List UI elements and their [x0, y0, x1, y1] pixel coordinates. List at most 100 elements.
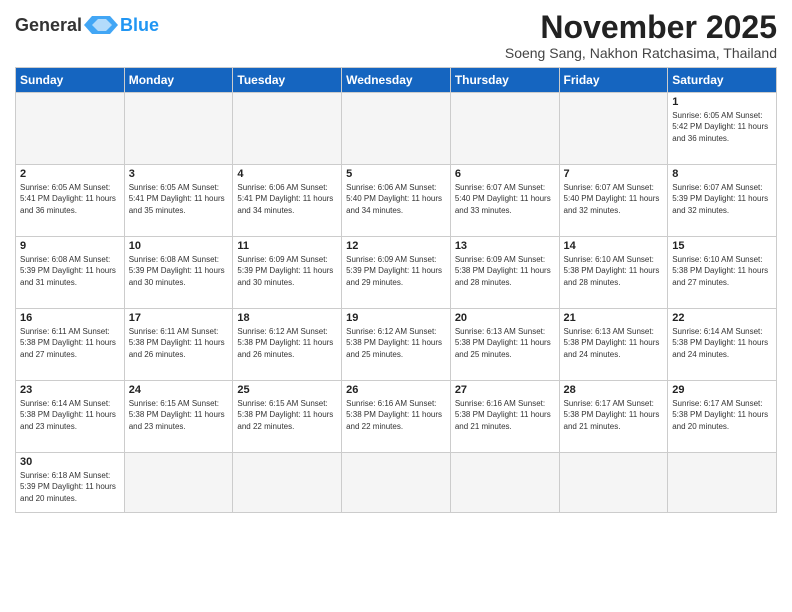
- calendar-cell: 6Sunrise: 6:07 AM Sunset: 5:40 PM Daylig…: [450, 165, 559, 237]
- calendar-cell: 30Sunrise: 6:18 AM Sunset: 5:39 PM Dayli…: [16, 453, 125, 513]
- subtitle: Soeng Sang, Nakhon Ratchasima, Thailand: [505, 45, 777, 61]
- day-info: Sunrise: 6:08 AM Sunset: 5:39 PM Dayligh…: [20, 254, 120, 288]
- day-info: Sunrise: 6:17 AM Sunset: 5:38 PM Dayligh…: [672, 398, 772, 432]
- calendar-cell: [124, 453, 233, 513]
- calendar-cell: 25Sunrise: 6:15 AM Sunset: 5:38 PM Dayli…: [233, 381, 342, 453]
- day-info: Sunrise: 6:15 AM Sunset: 5:38 PM Dayligh…: [237, 398, 337, 432]
- calendar-cell: 15 Sunrise: 6:10 AM Sunset: 5:38 PM Dayli…: [668, 237, 777, 309]
- calendar-cell: 21Sunrise: 6:13 AM Sunset: 5:38 PM Dayli…: [559, 309, 668, 381]
- calendar-cell: [559, 93, 668, 165]
- calendar-cell: [16, 93, 125, 165]
- day-info: Sunrise: 6:12 AM Sunset: 5:38 PM Dayligh…: [346, 326, 446, 360]
- day-number: 8: [672, 168, 772, 180]
- calendar-cell: 3Sunrise: 6:05 AM Sunset: 5:41 PM Daylig…: [124, 165, 233, 237]
- day-number: 22: [672, 312, 772, 324]
- day-info: Sunrise: 6:09 AM Sunset: 5:38 PM Dayligh…: [455, 254, 555, 288]
- day-number: 26: [346, 384, 446, 396]
- calendar-cell: [450, 453, 559, 513]
- calendar-cell: 28Sunrise: 6:17 AM Sunset: 5:38 PM Dayli…: [559, 381, 668, 453]
- calendar-cell: 11 Sunrise: 6:09 AM Sunset: 5:39 PM Dayli…: [233, 237, 342, 309]
- logo-general: General: [15, 16, 82, 34]
- day-info: Sunrise: 6:11 AM Sunset: 5:38 PM Dayligh…: [129, 326, 229, 360]
- calendar-cell: [124, 93, 233, 165]
- day-number: 1: [672, 96, 772, 108]
- calendar-cell: 18Sunrise: 6:12 AM Sunset: 5:38 PM Dayli…: [233, 309, 342, 381]
- day-info: Sunrise: 6:15 AM Sunset: 5:38 PM Dayligh…: [129, 398, 229, 432]
- calendar-cell: [559, 453, 668, 513]
- calendar-cell: 19Sunrise: 6:12 AM Sunset: 5:38 PM Dayli…: [342, 309, 451, 381]
- day-info: Sunrise: 6:07 AM Sunset: 5:39 PM Dayligh…: [672, 182, 772, 216]
- calendar-header-sunday: Sunday: [16, 68, 125, 93]
- calendar-cell: 29 Sunrise: 6:17 AM Sunset: 5:38 PM Dayli…: [668, 381, 777, 453]
- day-info: Sunrise: 6:09 AM Sunset: 5:39 PM Dayligh…: [237, 254, 337, 288]
- day-info: Sunrise: 6:16 AM Sunset: 5:38 PM Dayligh…: [455, 398, 555, 432]
- day-number: 3: [129, 168, 229, 180]
- day-info: Sunrise: 6:14 AM Sunset: 5:38 PM Dayligh…: [20, 398, 120, 432]
- day-info: Sunrise: 6:18 AM Sunset: 5:39 PM Dayligh…: [20, 470, 120, 504]
- day-number: 23: [20, 384, 120, 396]
- calendar-cell: 14Sunrise: 6:10 AM Sunset: 5:38 PM Dayli…: [559, 237, 668, 309]
- calendar-cell: 9 Sunrise: 6:08 AM Sunset: 5:39 PM Daylig…: [16, 237, 125, 309]
- day-number: 15: [672, 240, 772, 252]
- calendar-cell: [342, 93, 451, 165]
- day-number: 13: [455, 240, 555, 252]
- day-number: 18: [237, 312, 337, 324]
- calendar-cell: [668, 453, 777, 513]
- day-info: Sunrise: 6:09 AM Sunset: 5:39 PM Dayligh…: [346, 254, 446, 288]
- day-info: Sunrise: 6:08 AM Sunset: 5:39 PM Dayligh…: [129, 254, 229, 288]
- day-info: Sunrise: 6:13 AM Sunset: 5:38 PM Dayligh…: [564, 326, 664, 360]
- calendar-cell: 4Sunrise: 6:06 AM Sunset: 5:41 PM Daylig…: [233, 165, 342, 237]
- calendar-header-saturday: Saturday: [668, 68, 777, 93]
- calendar-cell: [233, 93, 342, 165]
- calendar-cell: 13 Sunrise: 6:09 AM Sunset: 5:38 PM Dayli…: [450, 237, 559, 309]
- day-info: Sunrise: 6:05 AM Sunset: 5:42 PM Dayligh…: [672, 110, 772, 144]
- header: General Blue November 2025 Soeng Sang, N…: [15, 10, 777, 61]
- calendar-week-row: 23 Sunrise: 6:14 AM Sunset: 5:38 PM Dayli…: [16, 381, 777, 453]
- calendar-week-row: 1 Sunrise: 6:05 AM Sunset: 5:42 PM Daylig…: [16, 93, 777, 165]
- day-number: 2: [20, 168, 120, 180]
- calendar-table: SundayMondayTuesdayWednesdayThursdayFrid…: [15, 67, 777, 513]
- calendar-cell: [233, 453, 342, 513]
- day-number: 29: [672, 384, 772, 396]
- calendar-header-row: SundayMondayTuesdayWednesdayThursdayFrid…: [16, 68, 777, 93]
- calendar-cell: 20 Sunrise: 6:13 AM Sunset: 5:38 PM Dayli…: [450, 309, 559, 381]
- day-number: 11: [237, 240, 337, 252]
- calendar-cell: 2 Sunrise: 6:05 AM Sunset: 5:41 PM Daylig…: [16, 165, 125, 237]
- calendar-header-tuesday: Tuesday: [233, 68, 342, 93]
- calendar-cell: 24 Sunrise: 6:15 AM Sunset: 5:38 PM Dayli…: [124, 381, 233, 453]
- day-info: Sunrise: 6:10 AM Sunset: 5:38 PM Dayligh…: [672, 254, 772, 288]
- calendar-header-friday: Friday: [559, 68, 668, 93]
- calendar-cell: 1 Sunrise: 6:05 AM Sunset: 5:42 PM Daylig…: [668, 93, 777, 165]
- day-info: Sunrise: 6:17 AM Sunset: 5:38 PM Dayligh…: [564, 398, 664, 432]
- day-number: 20: [455, 312, 555, 324]
- calendar-cell: 10Sunrise: 6:08 AM Sunset: 5:39 PM Dayli…: [124, 237, 233, 309]
- day-info: Sunrise: 6:10 AM Sunset: 5:38 PM Dayligh…: [564, 254, 664, 288]
- day-info: Sunrise: 6:07 AM Sunset: 5:40 PM Dayligh…: [455, 182, 555, 216]
- calendar-cell: [450, 93, 559, 165]
- day-number: 12: [346, 240, 446, 252]
- day-number: 16: [20, 312, 120, 324]
- logo-blue: Blue: [120, 16, 159, 34]
- calendar-cell: 23 Sunrise: 6:14 AM Sunset: 5:38 PM Dayli…: [16, 381, 125, 453]
- day-number: 9: [20, 240, 120, 252]
- calendar-header-wednesday: Wednesday: [342, 68, 451, 93]
- calendar-week-row: 16 Sunrise: 6:11 AM Sunset: 5:38 PM Dayli…: [16, 309, 777, 381]
- calendar-cell: 26 Sunrise: 6:16 AM Sunset: 5:38 PM Dayli…: [342, 381, 451, 453]
- calendar-week-row: 9 Sunrise: 6:08 AM Sunset: 5:39 PM Daylig…: [16, 237, 777, 309]
- day-info: Sunrise: 6:11 AM Sunset: 5:38 PM Dayligh…: [20, 326, 120, 360]
- calendar-header-thursday: Thursday: [450, 68, 559, 93]
- calendar-cell: 5Sunrise: 6:06 AM Sunset: 5:40 PM Daylig…: [342, 165, 451, 237]
- day-number: 27: [455, 384, 555, 396]
- calendar-cell: 8 Sunrise: 6:07 AM Sunset: 5:39 PM Daylig…: [668, 165, 777, 237]
- day-info: Sunrise: 6:05 AM Sunset: 5:41 PM Dayligh…: [20, 182, 120, 216]
- day-number: 17: [129, 312, 229, 324]
- logo-icon: [82, 14, 120, 36]
- day-info: Sunrise: 6:16 AM Sunset: 5:38 PM Dayligh…: [346, 398, 446, 432]
- day-number: 5: [346, 168, 446, 180]
- day-info: Sunrise: 6:07 AM Sunset: 5:40 PM Dayligh…: [564, 182, 664, 216]
- day-info: Sunrise: 6:13 AM Sunset: 5:38 PM Dayligh…: [455, 326, 555, 360]
- calendar-cell: 12 Sunrise: 6:09 AM Sunset: 5:39 PM Dayli…: [342, 237, 451, 309]
- day-number: 24: [129, 384, 229, 396]
- calendar-cell: 27 Sunrise: 6:16 AM Sunset: 5:38 PM Dayli…: [450, 381, 559, 453]
- calendar-cell: 16 Sunrise: 6:11 AM Sunset: 5:38 PM Dayli…: [16, 309, 125, 381]
